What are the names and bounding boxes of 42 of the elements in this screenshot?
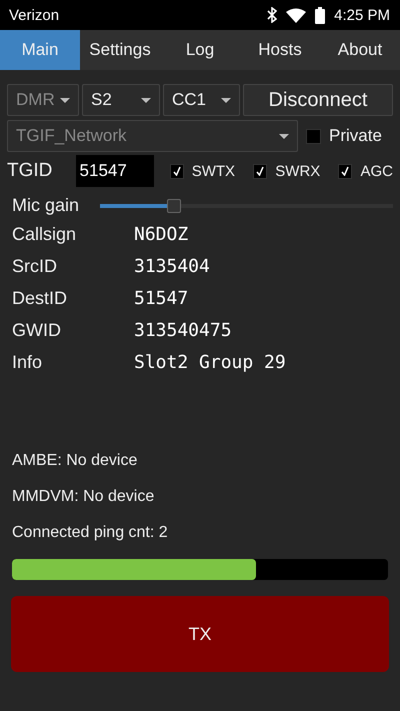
field-value: N6DOZ	[134, 224, 190, 245]
checkbox[interactable]	[253, 164, 268, 178]
field-label: DestID	[12, 288, 68, 309]
bluetooth-icon	[267, 7, 278, 23]
status-text: Connected ping cnt: 2	[11, 523, 169, 543]
field-value: 313540475	[134, 320, 233, 341]
mic-gain-label: Mic gain	[12, 195, 80, 216]
tx-button[interactable]: TX	[11, 596, 389, 672]
clock-time: 4:25 PM	[334, 6, 390, 24]
field-value: Slot2 Group 29	[134, 352, 287, 373]
field-label: GWID	[12, 320, 62, 341]
tab[interactable]: About	[320, 30, 400, 70]
checkbox[interactable]	[338, 164, 352, 178]
check-icon	[341, 166, 350, 176]
field-value: 51547	[134, 288, 190, 309]
tab[interactable]: Settings	[80, 30, 160, 70]
field-label: Callsign	[12, 224, 78, 245]
dropdown[interactable]: CC1	[163, 84, 240, 116]
tab[interactable]: Hosts	[240, 30, 320, 70]
field-label: SrcID	[12, 256, 58, 277]
tgid-label: TGID	[7, 160, 54, 182]
check-icon	[172, 166, 181, 176]
checkbox-label: AGC	[360, 162, 393, 180]
checkbox-label: SWRX	[275, 162, 320, 180]
checkbox-label: SWTX	[192, 162, 236, 180]
disconnect-button[interactable]: Disconnect	[243, 84, 393, 116]
dropdown[interactable]: S2	[82, 84, 160, 116]
private-checkbox[interactable]	[306, 128, 321, 144]
field-label: Info	[12, 352, 44, 373]
check-icon	[256, 166, 264, 176]
field-value: 3135404	[134, 256, 211, 277]
tab[interactable]: Log	[160, 30, 240, 70]
checkbox-label: Private	[329, 126, 382, 146]
tgid-field[interactable]: 51547	[76, 155, 154, 187]
status-text: MMDVM: No device	[11, 487, 156, 507]
battery-icon	[315, 6, 326, 24]
tab[interactable]: Main	[0, 30, 80, 70]
wifi-icon	[286, 8, 306, 22]
status-text: AMBE: No device	[11, 451, 138, 471]
checkbox[interactable]	[170, 164, 184, 178]
carrier-name: Verizon	[9, 6, 60, 24]
slider-handle[interactable]	[167, 198, 182, 212]
